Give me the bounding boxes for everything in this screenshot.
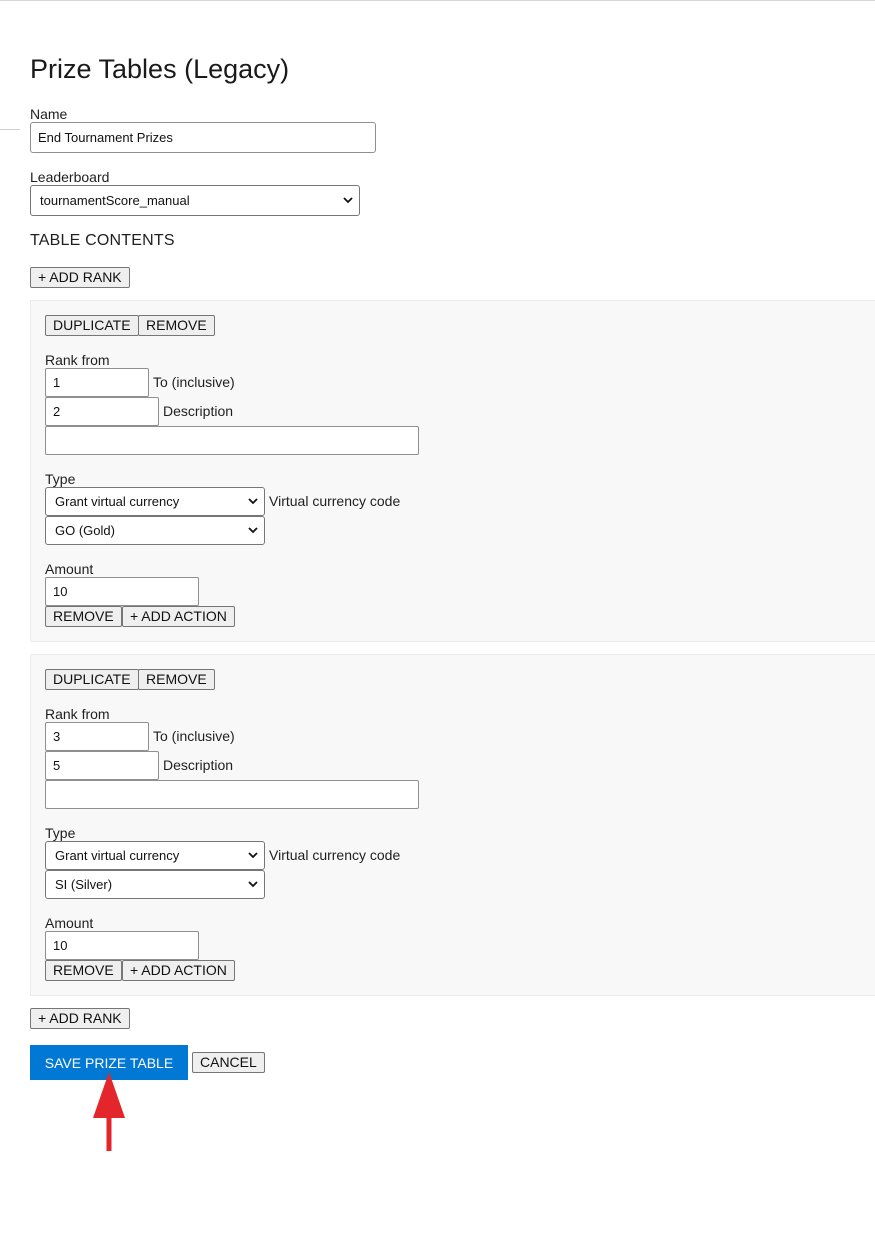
name-input[interactable] xyxy=(30,122,376,153)
currency-code-select[interactable]: SI (Silver) xyxy=(45,870,265,899)
chevron-down-icon xyxy=(248,498,258,505)
duplicate-button[interactable]: DUPLICATE xyxy=(45,315,139,336)
page-title: Prize Tables (Legacy) xyxy=(30,54,290,84)
rank-to-label: To (inclusive) xyxy=(153,728,235,744)
side-divider xyxy=(0,129,20,130)
currency-code-select[interactable]: GO (Gold) xyxy=(45,516,265,545)
prize-tables-page: Prize Tables (Legacy) Name Leaderboard t… xyxy=(0,0,875,1250)
amount-label: Amount xyxy=(45,915,94,931)
description-input[interactable] xyxy=(45,426,419,455)
leaderboard-label: Leaderboard xyxy=(30,169,110,185)
leaderboard-select[interactable]: tournamentScore_manual xyxy=(30,185,360,216)
type-select-value: Grant virtual currency xyxy=(55,848,180,863)
type-label: Type xyxy=(45,471,76,487)
rank-to-input[interactable] xyxy=(45,397,159,426)
duplicate-button[interactable]: DUPLICATE xyxy=(45,669,139,690)
red-arrow-up-icon xyxy=(93,1072,125,1151)
top-divider xyxy=(0,0,875,1)
currency-code-select-value: SI (Silver) xyxy=(55,877,113,892)
chevron-down-icon xyxy=(248,527,258,534)
currency-code-label: Virtual currency code xyxy=(269,493,401,509)
description-label: Description xyxy=(163,757,234,773)
remove-rank-button[interactable]: REMOVE xyxy=(138,669,215,690)
amount-input[interactable] xyxy=(45,931,199,960)
amount-input[interactable] xyxy=(45,577,199,606)
add-action-button[interactable]: + ADD ACTION xyxy=(122,960,235,981)
remove-action-button[interactable]: REMOVE xyxy=(45,606,122,627)
rank-from-input[interactable] xyxy=(45,722,149,751)
chevron-down-icon xyxy=(248,881,258,888)
chevron-down-icon xyxy=(343,197,353,204)
rank-from-input[interactable] xyxy=(45,368,149,397)
leaderboard-select-value: tournamentScore_manual xyxy=(40,193,190,208)
cancel-button[interactable]: CANCEL xyxy=(192,1052,265,1073)
description-label: Description xyxy=(163,403,234,419)
remove-rank-button[interactable]: REMOVE xyxy=(138,315,215,336)
remove-action-button[interactable]: REMOVE xyxy=(45,960,122,981)
rank-to-label: To (inclusive) xyxy=(153,374,235,390)
add-action-button[interactable]: + ADD ACTION xyxy=(122,606,235,627)
rank-from-label: Rank from xyxy=(45,352,110,368)
type-select[interactable]: Grant virtual currency xyxy=(45,841,265,870)
description-input[interactable] xyxy=(45,780,419,809)
currency-code-select-value: GO (Gold) xyxy=(55,523,115,538)
name-label: Name xyxy=(30,106,68,122)
type-select[interactable]: Grant virtual currency xyxy=(45,487,265,516)
chevron-down-icon xyxy=(248,852,258,859)
rank-to-input[interactable] xyxy=(45,751,159,780)
table-contents-heading: TABLE CONTENTS xyxy=(30,232,175,249)
currency-code-label: Virtual currency code xyxy=(269,847,401,863)
type-label: Type xyxy=(45,825,76,841)
rank-from-label: Rank from xyxy=(45,706,110,722)
amount-label: Amount xyxy=(45,561,94,577)
type-select-value: Grant virtual currency xyxy=(55,494,180,509)
add-rank-button-top[interactable]: + ADD RANK xyxy=(30,267,130,288)
add-rank-button-bottom[interactable]: + ADD RANK xyxy=(30,1008,130,1029)
